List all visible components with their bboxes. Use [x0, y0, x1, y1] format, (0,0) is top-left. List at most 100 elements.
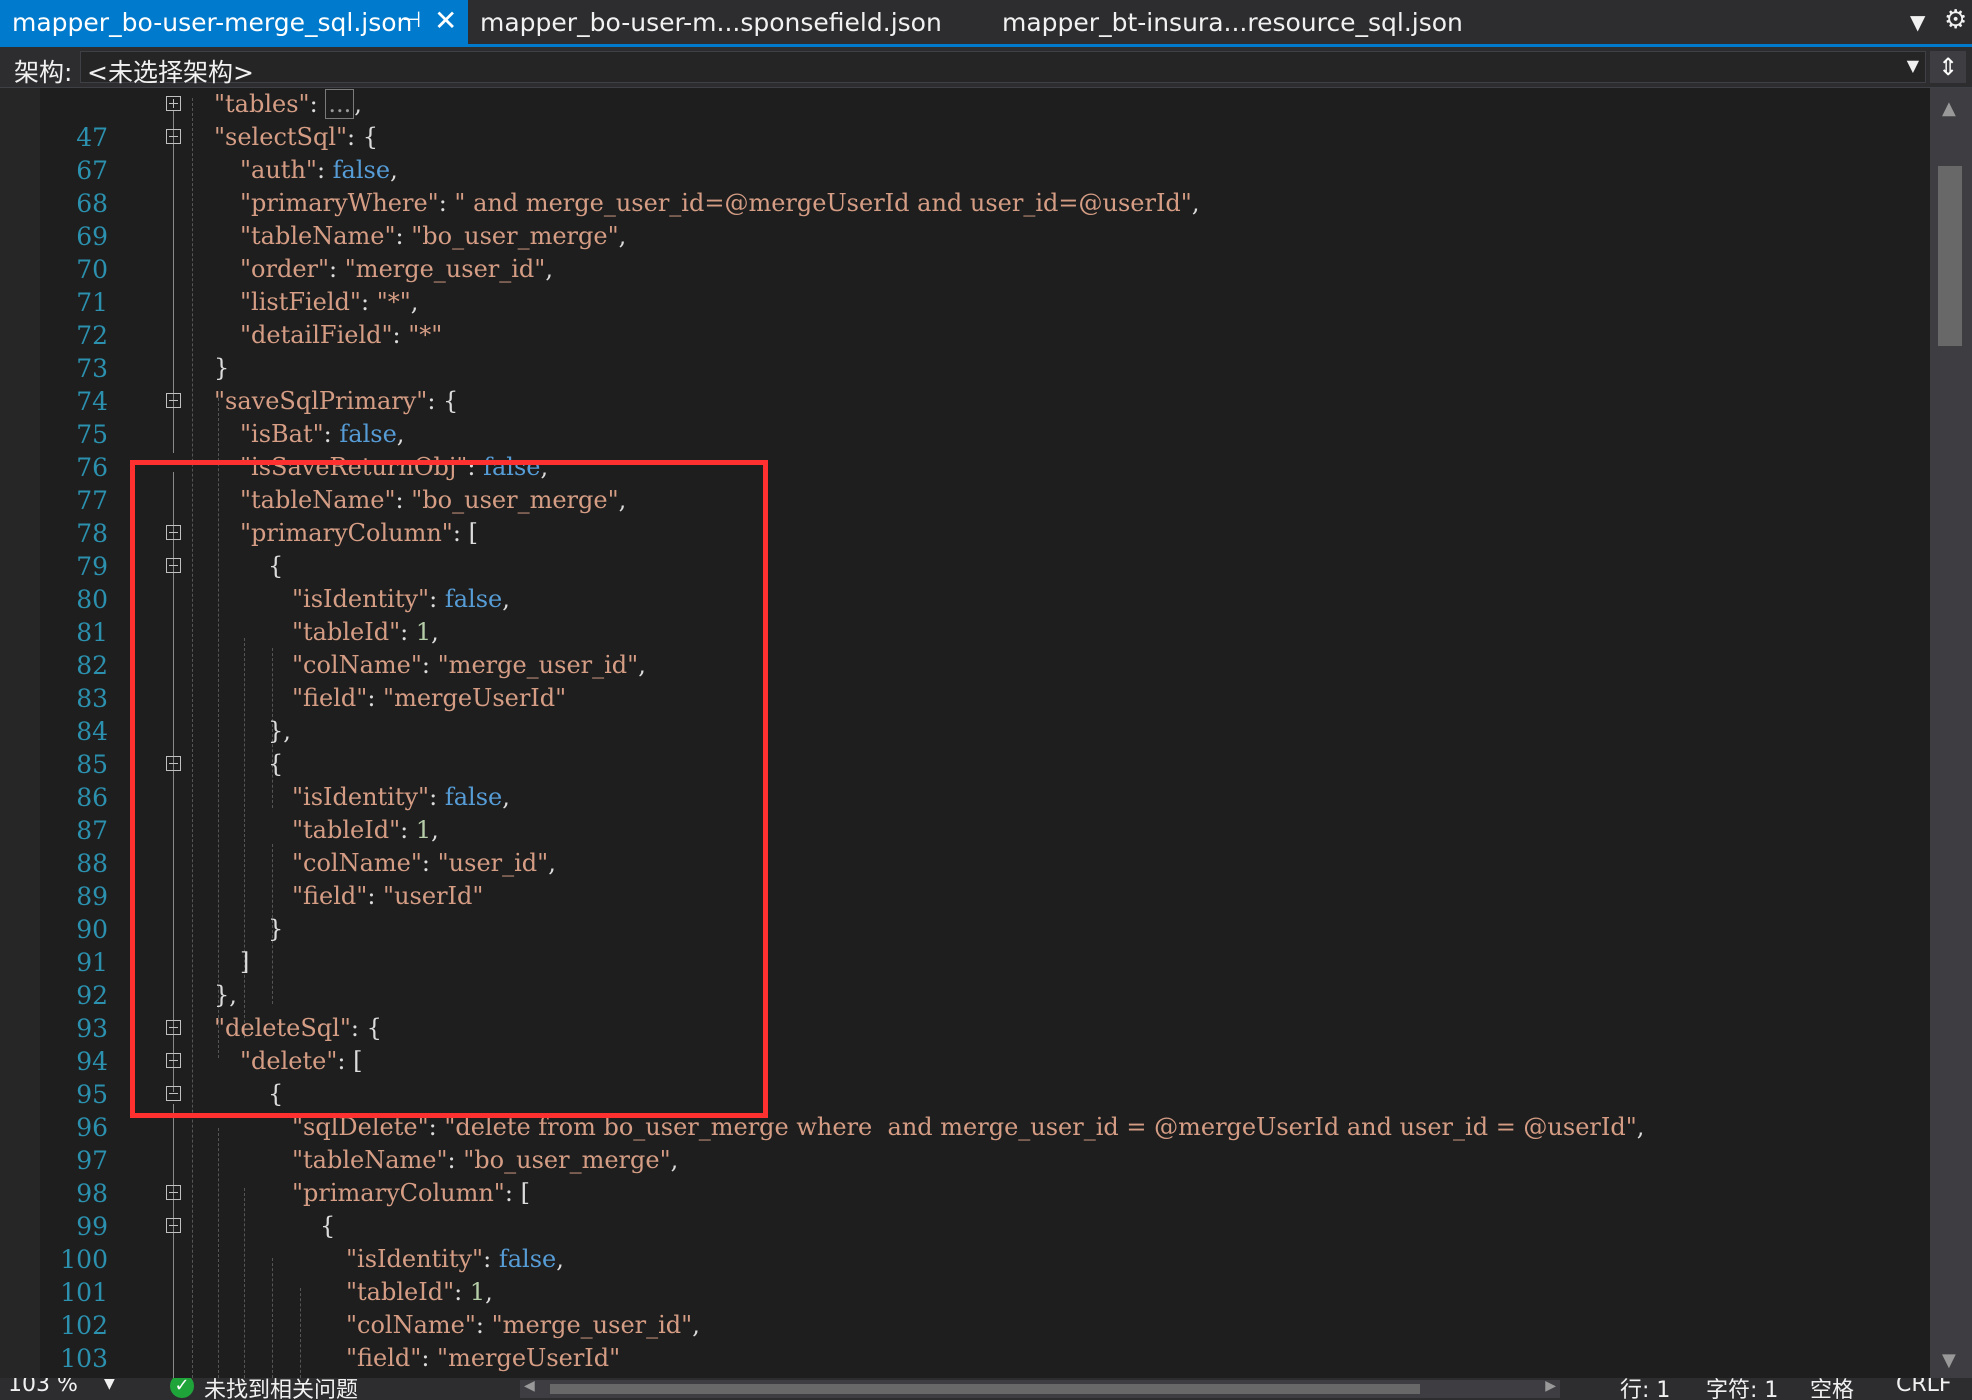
scroll-down-icon[interactable]: ▼ — [1942, 1350, 1956, 1371]
code-line: 96 { — [0, 1078, 1930, 1142]
json-key: "field" — [292, 684, 368, 712]
json-key: "primaryColumn" — [292, 1179, 505, 1207]
tab-insura-resource-sql[interactable]: mapper_bt-insura...resource_sql.json — [1002, 0, 1463, 44]
json-key: "deleteSql" — [214, 1014, 351, 1042]
json-value: "user_id" — [437, 849, 549, 877]
code-line: 74 } — [0, 352, 1930, 416]
split-editor-button[interactable]: ⇕ — [1930, 51, 1966, 83]
json-key: "isBat" — [240, 420, 324, 448]
expand-icon[interactable] — [166, 96, 181, 111]
scroll-right-icon[interactable]: ▶ — [1545, 1378, 1556, 1394]
json-punct: { — [268, 552, 284, 580]
schema-bar: 架构: <未选择架构> ▼ ⇕ — [0, 47, 1972, 88]
code-line: 93 }, — [0, 979, 1930, 1043]
pin-icon[interactable]: ⊣ — [402, 8, 421, 33]
json-value: 1 — [415, 816, 432, 844]
collapse-icon[interactable] — [166, 525, 181, 540]
json-key: "tableName" — [240, 486, 396, 514]
json-punct: { — [268, 750, 284, 778]
json-key: "tables" — [214, 90, 310, 118]
collapse-icon[interactable] — [166, 756, 181, 771]
json-key: "isIdentity" — [292, 585, 430, 613]
line-indicator[interactable]: 行: 1 — [1620, 1378, 1670, 1400]
json-key: "order" — [240, 255, 330, 283]
code-line: 87 "isIdentity": false, — [0, 781, 1930, 845]
vertical-scrollbar[interactable]: ▲ ▼ — [1930, 88, 1972, 1378]
scrollbar-thumb[interactable] — [550, 1384, 1420, 1394]
code-line: 84 "field": "mergeUserId" — [0, 682, 1930, 746]
collapsed-region[interactable]: ... — [325, 89, 355, 119]
json-punct: { — [268, 1080, 284, 1108]
collapse-icon[interactable] — [166, 393, 181, 408]
json-key: "colName" — [346, 1311, 476, 1339]
horizontal-scrollbar[interactable]: ◀ ▶ — [520, 1378, 1560, 1398]
code-line: 94 "deleteSql": { — [0, 1012, 1930, 1076]
close-icon[interactable]: ✕ — [434, 4, 457, 37]
collapse-icon[interactable] — [166, 1020, 181, 1035]
code-line: 85 }, — [0, 715, 1930, 779]
code-line: 86 { — [0, 748, 1930, 812]
schema-value: <未选择架构> — [87, 58, 254, 87]
tab-label: mapper_bt-insura...resource_sql.json — [1002, 7, 1463, 37]
json-key: "tableId" — [346, 1278, 455, 1306]
json-key: "field" — [292, 882, 368, 910]
code-line: 67 "selectSql": { — [0, 121, 1930, 185]
code-line: 91 } — [0, 913, 1930, 977]
json-punct: ] — [240, 948, 250, 976]
json-value: "*" — [376, 288, 411, 316]
json-punct: { — [320, 1212, 336, 1240]
schema-dropdown[interactable]: <未选择架构> ▼ — [80, 51, 1926, 87]
collapse-icon[interactable] — [166, 1053, 181, 1068]
char-indicator[interactable]: 字符: 1 — [1706, 1378, 1778, 1400]
whitespace-indicator[interactable]: 空格 — [1810, 1378, 1854, 1400]
json-value: "userId" — [383, 882, 484, 910]
json-value: "mergeUserId" — [383, 684, 567, 712]
code-line: 100 { — [0, 1210, 1930, 1274]
collapse-icon[interactable] — [166, 1185, 181, 1200]
json-key: "isSaveReturnObj" — [240, 453, 468, 481]
tab-responsefield[interactable]: mapper_bo-user-m...sponsefield.json — [480, 0, 942, 44]
chevron-down-icon[interactable]: ▼ — [104, 1378, 115, 1392]
line-ending-indicator[interactable]: CRLF — [1896, 1378, 1952, 1397]
code-line: 101 "isIdentity": false, — [0, 1243, 1930, 1307]
tab-label: mapper_bo-user-merge_sql.json — [12, 7, 413, 37]
json-value: "mergeUserId" — [437, 1344, 621, 1372]
tab-label: mapper_bo-user-m...sponsefield.json — [480, 7, 942, 37]
code-line: 97 "sqlDelete": "delete from bo_user_mer… — [0, 1111, 1930, 1175]
json-key: "saveSqlPrimary" — [214, 387, 428, 415]
issues-status[interactable]: 未找到相关问题 — [204, 1378, 358, 1400]
json-key: "tableName" — [292, 1146, 448, 1174]
collapse-icon[interactable] — [166, 1218, 181, 1233]
json-punct: }, — [214, 981, 237, 1009]
code-line: 71 "order": "merge_user_id", — [0, 253, 1930, 317]
code-line: 72 "listField": "*", — [0, 286, 1930, 350]
json-value: "bo_user_merge" — [411, 486, 619, 514]
check-circle-icon: ✓ — [170, 1378, 194, 1398]
code-line: 81 "isIdentity": false, — [0, 583, 1930, 647]
scrollbar-thumb[interactable] — [1938, 166, 1962, 346]
json-value: "*" — [408, 321, 443, 349]
json-value: false — [498, 1245, 557, 1273]
code-line: 79 "primaryColumn": [ — [0, 517, 1930, 581]
collapse-icon[interactable] — [166, 1086, 181, 1101]
code-line: 89 "colName": "user_id", — [0, 847, 1930, 911]
collapse-icon[interactable] — [166, 129, 181, 144]
json-value: "bo_user_merge" — [463, 1146, 671, 1174]
code-line: 75 "saveSqlPrimary": { — [0, 385, 1930, 449]
tab-bo-user-merge-sql[interactable]: mapper_bo-user-merge_sql.json ⊣ ✕ — [0, 0, 468, 44]
zoom-level[interactable]: 103 % — [8, 1378, 78, 1397]
json-value: "merge_user_id" — [437, 651, 639, 679]
json-key: "tableId" — [292, 618, 401, 646]
gear-icon[interactable]: ⚙ — [1944, 5, 1967, 35]
code-line: 68 "auth": false, — [0, 154, 1930, 218]
scroll-up-icon[interactable]: ▲ — [1942, 98, 1956, 119]
json-key: "primaryColumn" — [240, 519, 453, 547]
code-editor[interactable]: 47 "tables": ..., 67 "selectSql": { 68 "… — [0, 88, 1930, 1378]
scroll-left-icon[interactable]: ◀ — [524, 1378, 535, 1394]
collapse-icon[interactable] — [166, 558, 181, 573]
code-line: 104 "field": "mergeUserId" — [0, 1342, 1930, 1378]
chevron-down-icon[interactable]: ▼ — [1910, 10, 1925, 34]
code-line: 47 "tables": ..., — [0, 88, 1930, 152]
json-value: "merge_user_id" — [491, 1311, 693, 1339]
json-key: "colName" — [292, 651, 422, 679]
